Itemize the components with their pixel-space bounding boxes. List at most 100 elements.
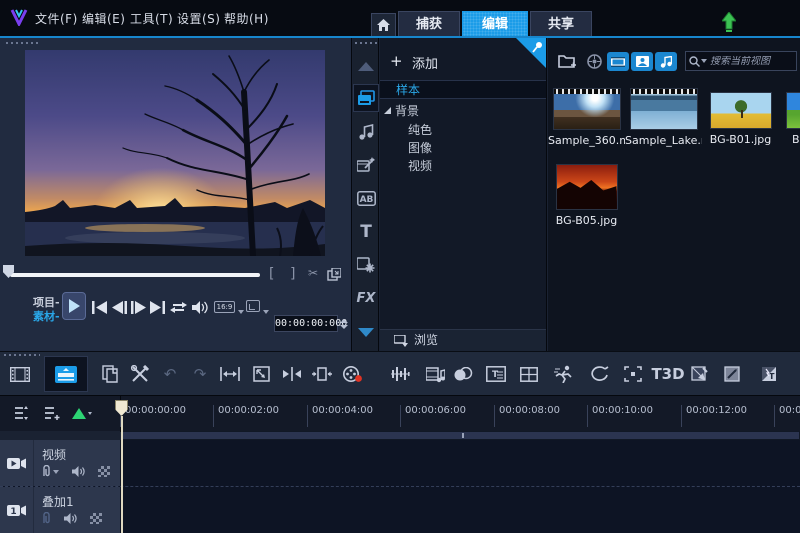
category-filter-icon[interactable]: FX [356,288,376,308]
menu-edit[interactable]: 编辑(E) [82,10,125,27]
search-caret-icon[interactable] [701,59,707,63]
overlay-track-type-icon[interactable]: 1 [0,487,34,533]
search-input[interactable] [710,56,793,67]
menu-settings[interactable]: 设置(S) [177,10,220,27]
screen-capture-icon[interactable] [342,364,362,384]
video-track-type-icon[interactable] [0,440,34,486]
tree-item-background[interactable]: 背景 [380,102,546,121]
tree-item-samples[interactable]: 样本 [380,80,546,99]
split-screen-template-icon[interactable] [519,364,539,384]
menu-file[interactable]: 文件(F) [35,10,78,27]
home-button[interactable] [371,13,396,36]
scrubber-track[interactable] [10,273,260,277]
play-button[interactable] [62,292,86,320]
track-transparency-icon[interactable] [98,466,110,477]
pan-zoom-button[interactable] [246,300,260,312]
overlay-track-header[interactable]: 1 叠加1 [0,487,120,533]
timecode-stepper[interactable] [340,315,348,332]
sound-mixer-icon[interactable] [390,364,410,384]
aspect-caret-icon[interactable] [238,310,244,314]
enlarge-timeline-icon[interactable] [251,364,271,384]
media-item[interactable]: BG-B01.jpg [702,88,779,146]
scroll-down-icon[interactable] [356,322,376,342]
go-to-start-button[interactable] [92,301,108,314]
aspect-ratio-selector[interactable]: 16:9 [214,301,235,313]
clip-mode-toggle[interactable]: 素材- [33,308,60,324]
smart-proxy-icon[interactable] [587,54,602,69]
toolbar-drag-handle[interactable] [4,354,40,356]
update-arrow-icon[interactable] [722,12,736,33]
strip-drag-handle[interactable] [355,42,377,44]
fit-project-icon[interactable] [220,364,240,384]
split-clip-icon[interactable]: ✂ [308,266,318,280]
timecode-display[interactable]: 00:00:00:000 [274,315,338,332]
filter-audio-button[interactable] [655,52,677,71]
category-instant-project-icon[interactable] [356,154,376,174]
tab-capture[interactable]: 捕获 [398,11,460,36]
undo-icon[interactable]: ↶ [160,364,180,384]
search-icon[interactable] [689,56,700,67]
category-media-icon[interactable] [353,84,379,112]
next-frame-button[interactable] [131,301,147,314]
video-track-header[interactable]: 视频 [0,440,120,486]
3d-title-editor-icon[interactable]: T3D [655,364,681,384]
subtitle-editor-icon[interactable]: T [486,364,506,384]
painting-creator-icon[interactable] [690,364,710,384]
link-clips-icon[interactable] [42,465,59,478]
menu-help[interactable]: 帮助(H) [224,10,269,27]
category-transition-icon[interactable]: AB [356,188,376,208]
tab-share[interactable]: 共享 [530,11,592,36]
draw-title-icon[interactable] [723,364,743,384]
mute-track-icon[interactable] [72,466,85,477]
media-item[interactable]: BG-B [776,88,800,146]
filter-photos-button[interactable] [631,52,653,71]
trim-window-icon[interactable] [312,364,332,384]
show-all-tracks-icon[interactable] [10,404,30,422]
mute-track-icon[interactable] [64,513,77,524]
mask-creator-icon[interactable] [590,364,610,384]
timecode-down-icon[interactable] [340,325,348,329]
panel-drag-handle[interactable] [6,42,38,44]
browse-button[interactable]: 浏览 [380,329,546,351]
add-chapter-icon[interactable] [72,404,92,422]
volume-button[interactable] [192,301,208,314]
mark-in-icon[interactable]: [ [269,266,274,282]
motion-tracking-icon[interactable] [554,364,574,384]
scroll-up-icon[interactable] [356,56,376,76]
timecode-up-icon[interactable] [340,319,348,323]
category-audio-icon[interactable] [356,122,376,142]
tree-item-image[interactable]: 图像 [380,139,546,158]
previous-frame-button[interactable] [112,301,128,314]
category-title-icon[interactable]: T [356,222,376,242]
title-mask-icon[interactable]: T [760,364,780,384]
playhead-line[interactable] [121,416,123,533]
track-manager-icon[interactable] [42,404,62,422]
blend-clips-icon[interactable] [453,364,473,384]
timeline-view-icon[interactable] [44,356,88,392]
import-media-icon[interactable] [558,53,577,69]
expand-icon[interactable] [384,107,391,114]
tree-item-solid-color[interactable]: 纯色 [380,121,546,140]
enlarge-preview-icon[interactable] [327,268,341,281]
copy-icon[interactable] [100,364,120,384]
media-item[interactable]: Sample_360.mp4 [548,88,625,147]
timeline-scroll-strip[interactable] [122,431,800,440]
pin-panel-icon[interactable] [516,38,546,68]
pan-caret-icon[interactable] [263,310,269,314]
auto-music-icon[interactable] [425,364,445,384]
media-item[interactable]: BG-B05.jpg [548,160,625,227]
media-item[interactable]: Sample_Lake.m... [625,88,702,147]
preview-video[interactable] [25,50,325,256]
menu-tools[interactable]: 工具(T) [130,10,173,27]
category-overlay-icon[interactable] [356,254,376,274]
tab-edit[interactable]: 编辑 [462,11,528,36]
split-clip-tool-icon[interactable] [282,364,302,384]
track-transparency-icon[interactable] [90,513,102,524]
mark-out-icon[interactable]: ] [290,266,295,282]
storyboard-view-icon[interactable] [10,364,30,384]
repeat-button[interactable] [170,301,186,314]
link-clips-icon[interactable] [42,512,51,525]
selection-tool-icon[interactable] [623,364,643,384]
filter-videos-button[interactable] [607,52,629,71]
go-to-end-button[interactable] [150,301,166,314]
